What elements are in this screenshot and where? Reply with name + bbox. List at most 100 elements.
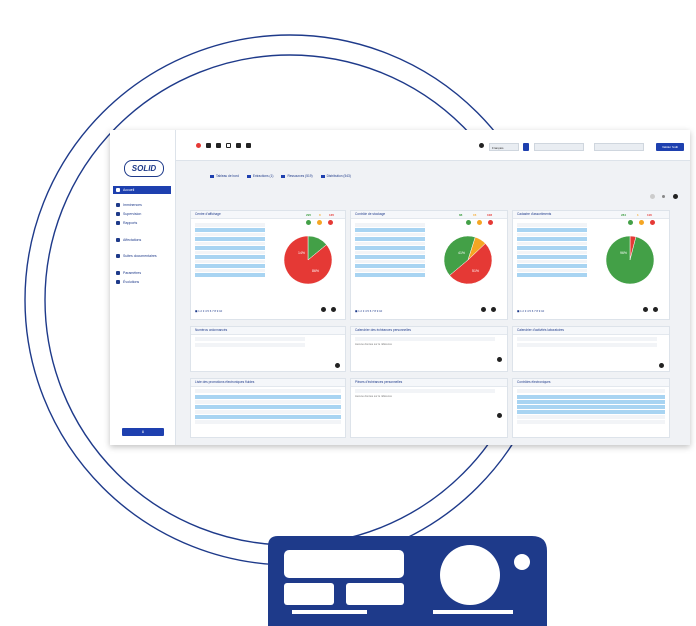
table-row[interactable]	[195, 268, 265, 272]
table-row[interactable]	[517, 273, 587, 277]
tab-extractions[interactable]: Extractions (1)	[246, 172, 273, 180]
refresh-icon[interactable]	[650, 194, 655, 199]
table-row[interactable]	[517, 410, 665, 414]
status-dot[interactable]	[328, 220, 333, 225]
pie-value-label: 41%	[458, 251, 465, 255]
table-row[interactable]	[195, 395, 341, 399]
table-row[interactable]	[517, 232, 587, 236]
table-row[interactable]	[517, 250, 587, 254]
download-button[interactable]: ⬇	[122, 428, 164, 436]
table-row[interactable]	[355, 268, 425, 272]
tools-icon[interactable]	[236, 143, 241, 148]
table-row[interactable]	[517, 246, 587, 250]
sidebar-item-rapports[interactable]: Rapports	[113, 219, 171, 227]
print-icon[interactable]	[653, 307, 658, 312]
tab-ressources[interactable]: Ressources (519)	[281, 172, 313, 180]
table-row[interactable]	[195, 400, 341, 404]
table-row[interactable]	[355, 259, 425, 263]
table-row[interactable]	[517, 228, 587, 232]
table-row[interactable]	[517, 415, 665, 419]
record-icon[interactable]	[196, 143, 201, 148]
table-row[interactable]	[517, 420, 665, 424]
status-dot[interactable]	[488, 220, 493, 225]
sidebar-item-affectations[interactable]: Affectations	[113, 236, 171, 244]
pagination[interactable]: ◼ 1 2 3 4 5 6 7 8 9 10	[195, 309, 222, 313]
table-row[interactable]	[195, 415, 341, 419]
table-row[interactable]	[517, 237, 587, 241]
table-row[interactable]	[195, 255, 265, 259]
status-dot[interactable]	[628, 220, 633, 225]
validate-button[interactable]: Valider l'édit	[656, 143, 684, 151]
refresh-icon[interactable]	[481, 307, 486, 312]
table-row[interactable]	[195, 241, 265, 245]
table-row[interactable]	[195, 273, 265, 277]
pagination[interactable]: ◼ 1 2 3 4 5 6 7 8 9 10	[355, 309, 382, 313]
table-row[interactable]	[195, 237, 265, 241]
site-field[interactable]	[534, 143, 584, 151]
table-row[interactable]	[517, 405, 665, 409]
close-icon[interactable]	[662, 195, 665, 198]
save-icon[interactable]	[216, 143, 221, 148]
table-row[interactable]	[355, 250, 425, 254]
user-field[interactable]	[594, 143, 644, 151]
refresh-icon[interactable]	[643, 307, 648, 312]
sidebar-item-accueil[interactable]: Accueil	[113, 186, 171, 194]
sidebar-item-suites-documentaires[interactable]: Suites documentaires	[113, 252, 171, 260]
pagination[interactable]: ◼ 1 2 3 4 5 6 7 8 9 10	[517, 309, 544, 313]
table-row[interactable]	[517, 259, 587, 263]
print-icon[interactable]	[659, 363, 664, 368]
table-row[interactable]	[195, 343, 305, 347]
status-dot[interactable]	[650, 220, 655, 225]
table-row[interactable]	[195, 410, 341, 414]
table-row[interactable]	[195, 405, 341, 409]
table-row[interactable]	[355, 241, 425, 245]
table-row[interactable]	[517, 343, 657, 347]
refresh-icon[interactable]	[321, 307, 326, 312]
sidebar-item-supervision[interactable]: Supervision	[113, 210, 171, 218]
table-row[interactable]	[517, 400, 665, 404]
language-select[interactable]: Français	[489, 143, 519, 151]
tab-dashboard[interactable]: Tableau de bord	[210, 172, 239, 180]
print-icon[interactable]	[335, 363, 340, 368]
table-row[interactable]	[355, 246, 425, 250]
gear-icon[interactable]	[673, 194, 678, 199]
table-row[interactable]	[355, 264, 425, 268]
table-row[interactable]	[355, 237, 425, 241]
table-row[interactable]	[195, 264, 265, 268]
status-dot[interactable]	[317, 220, 322, 225]
sidebar-item-evolutions[interactable]: Évolutions	[113, 278, 171, 286]
tab-distribution[interactable]: Distribution (543)	[320, 172, 351, 180]
archive-icon[interactable]	[246, 143, 251, 148]
table-row[interactable]	[517, 255, 587, 259]
status-dot[interactable]	[306, 220, 311, 225]
table-row[interactable]	[517, 268, 587, 272]
pie-slice[interactable]	[605, 235, 655, 285]
sidebar-item-parametres[interactable]: Paramètres	[113, 269, 171, 277]
print-icon[interactable]	[331, 307, 336, 312]
table-row[interactable]	[355, 273, 425, 277]
status-dot[interactable]	[639, 220, 644, 225]
table-row[interactable]	[355, 255, 425, 259]
chat-icon[interactable]	[226, 143, 231, 148]
print-icon[interactable]	[491, 307, 496, 312]
table-header	[517, 389, 665, 393]
sidebar-item-imminences[interactable]: Imminences	[113, 201, 171, 209]
table-row[interactable]	[195, 228, 265, 232]
table-row[interactable]	[517, 241, 587, 245]
status-dot[interactable]	[477, 220, 482, 225]
table-row[interactable]	[195, 259, 265, 263]
language-select-button[interactable]	[523, 143, 529, 151]
print-icon[interactable]	[206, 143, 211, 148]
print-icon[interactable]	[497, 357, 502, 362]
table-row[interactable]	[195, 246, 265, 250]
print-icon[interactable]	[497, 413, 502, 418]
table-row[interactable]	[195, 420, 341, 424]
globe-icon[interactable]	[479, 143, 484, 148]
status-dot[interactable]	[466, 220, 471, 225]
table-row[interactable]	[195, 250, 265, 254]
table-row[interactable]	[355, 232, 425, 236]
table-row[interactable]	[355, 228, 425, 232]
table-row[interactable]	[195, 232, 265, 236]
table-row[interactable]	[517, 395, 665, 399]
table-row[interactable]	[517, 264, 587, 268]
